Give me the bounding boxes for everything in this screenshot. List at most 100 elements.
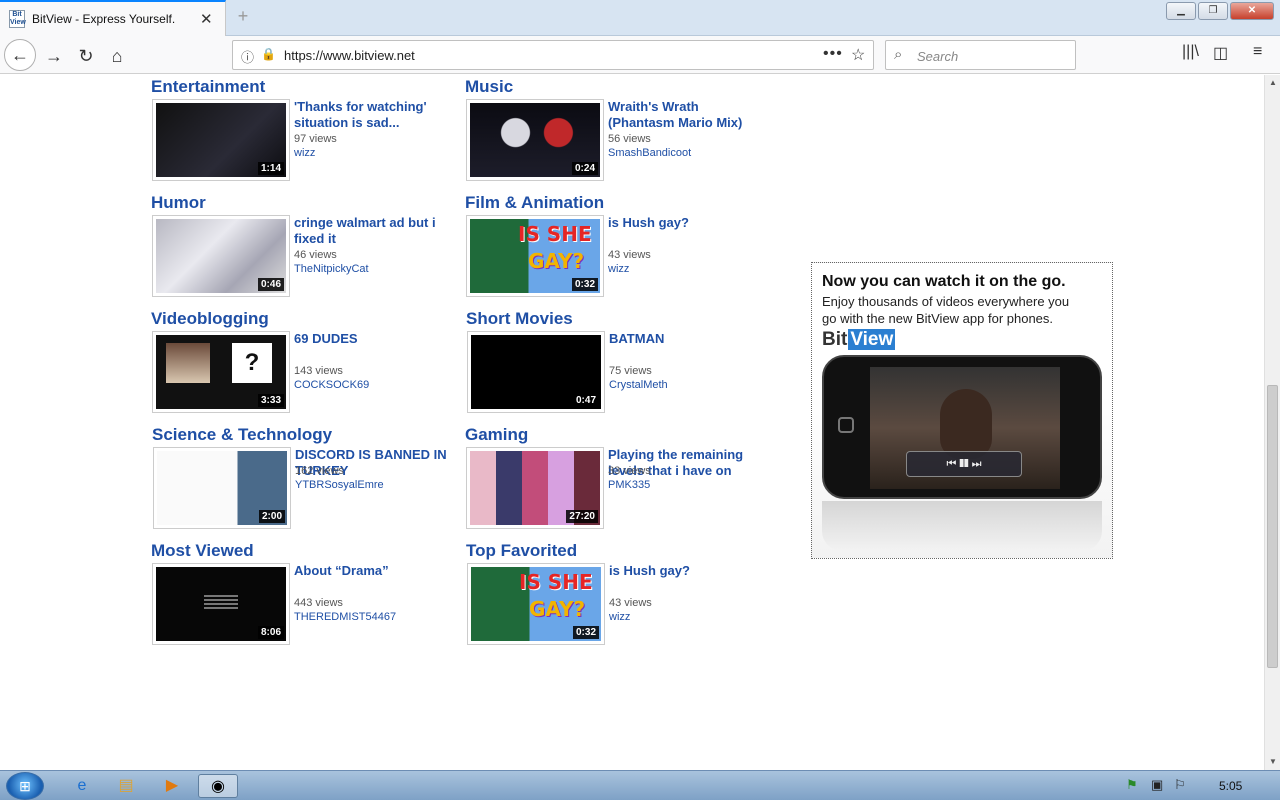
video-thumbnail[interactable]: IS SHE GAY? 0:32: [466, 215, 604, 297]
video-thumbnail[interactable]: 8:06: [152, 563, 290, 645]
video-title[interactable]: About “Drama”: [294, 563, 454, 579]
reload-button[interactable]: ↻: [72, 42, 100, 70]
phone-home-button: [838, 417, 854, 433]
video-thumbnail[interactable]: IS SHE GAY? 0:32: [467, 563, 605, 645]
video-author[interactable]: wizz: [608, 263, 629, 275]
url-text[interactable]: https://www.bitview.net: [284, 48, 415, 63]
network-icon[interactable]: ▣: [1151, 777, 1163, 793]
lock-warning-icon[interactable]: 🔒: [261, 47, 276, 61]
video-thumbnail[interactable]: 27:20: [466, 447, 604, 529]
window-controls: ▁ ❐ ✕: [1166, 2, 1274, 20]
start-button[interactable]: ⊞: [6, 772, 44, 800]
bookmark-star-icon[interactable]: ☆: [851, 45, 865, 65]
taskbar: ⊞ e ▤ ▶ ◉ ⚑ ▣ ⚐ 5:05: [0, 770, 1280, 800]
category-science-technology: Science & Technology 2:00 DISCORD IS BAN…: [152, 425, 452, 541]
new-tab-button[interactable]: +: [232, 6, 254, 28]
category-videoblogging: Videoblogging ? 3:33 69 DUDES 143 views …: [151, 309, 451, 425]
home-button[interactable]: ⌂: [103, 42, 131, 70]
video-duration: 2:00: [258, 510, 285, 523]
section-title[interactable]: Videoblogging: [151, 309, 269, 329]
video-author[interactable]: COCKSOCK69: [294, 379, 369, 391]
category-entertainment: Entertainment 1:14 'Thanks for watching'…: [151, 77, 451, 193]
category-music: Music 0:24 Wraith's Wrath (Phantasm Mari…: [465, 77, 765, 193]
video-title[interactable]: 'Thanks for watching' situation is sad..…: [294, 99, 454, 131]
video-duration: 0:32: [571, 278, 598, 291]
section-title[interactable]: Gaming: [465, 425, 528, 445]
video-author[interactable]: wizz: [609, 611, 630, 623]
section-title[interactable]: Short Movies: [466, 309, 573, 329]
video-author[interactable]: wizz: [294, 147, 315, 159]
bitview-favicon-icon: Bit View: [9, 10, 26, 28]
scroll-thumb[interactable]: [1267, 385, 1278, 668]
video-still: [940, 389, 992, 459]
category-top-favorited: Top Favorited IS SHE GAY? 0:32 is Hush g…: [466, 541, 766, 657]
video-title[interactable]: BATMAN: [609, 331, 769, 347]
site-info-icon[interactable]: ⓘ: [241, 47, 254, 66]
video-views: 143 views: [294, 365, 343, 377]
video-thumbnail[interactable]: ? 3:33: [152, 331, 290, 413]
page-actions-icon[interactable]: •••: [823, 45, 843, 63]
section-title[interactable]: Most Viewed: [151, 541, 254, 561]
video-thumbnail[interactable]: 0:24: [466, 99, 604, 181]
thumb-text: GAY?: [528, 249, 585, 273]
firefox-taskbar-icon[interactable]: ◉: [198, 774, 238, 798]
video-views: 46 views: [294, 249, 337, 261]
thumb-text: ?: [232, 343, 272, 383]
video-author[interactable]: SmashBandicoot: [608, 147, 691, 159]
video-duration: 0:24: [571, 162, 598, 175]
section-title[interactable]: Science & Technology: [152, 425, 332, 445]
section-title[interactable]: Entertainment: [151, 77, 265, 97]
close-tab-icon[interactable]: ✕: [200, 10, 213, 28]
mobile-app-ad[interactable]: Now you can watch it on the go. Enjoy th…: [811, 262, 1113, 559]
tab-bitview[interactable]: Bit View BitView - Express Yourself. ✕: [0, 0, 226, 36]
search-icon: ⌕: [894, 46, 903, 63]
internet-explorer-icon[interactable]: e: [62, 774, 102, 798]
ad-body: Enjoy thousands of videos everywhere you…: [822, 294, 1070, 326]
video-author[interactable]: YTBRSosyalEmre: [295, 479, 384, 491]
clock[interactable]: 5:05: [1219, 779, 1242, 793]
video-duration: 8:06: [257, 626, 284, 639]
action-center-icon[interactable]: ⚑: [1126, 777, 1138, 793]
video-title[interactable]: is Hush gay?: [609, 563, 769, 579]
scroll-up-arrow-icon[interactable]: ▲: [1265, 75, 1280, 91]
close-window-button[interactable]: ✕: [1230, 2, 1274, 20]
thumb-image: [166, 343, 210, 383]
video-views: 43 views: [609, 597, 652, 609]
flag-icon[interactable]: ⚐: [1174, 777, 1186, 793]
section-title[interactable]: Music: [465, 77, 513, 97]
section-title[interactable]: Top Favorited: [466, 541, 577, 561]
address-bar[interactable]: ⓘ 🔒 https://www.bitview.net ••• ☆: [232, 40, 874, 70]
phone-reflection: [822, 501, 1102, 551]
video-thumbnail[interactable]: 0:46: [152, 215, 290, 297]
page-scrollbar[interactable]: ▲ ▼: [1264, 75, 1280, 770]
video-views: 43 views: [608, 249, 651, 261]
video-title[interactable]: is Hush gay?: [608, 215, 768, 231]
maximize-button[interactable]: ❐: [1198, 2, 1228, 20]
sidebar-icon[interactable]: ◫: [1213, 43, 1228, 63]
library-icon[interactable]: |||\: [1182, 43, 1199, 61]
video-thumbnail[interactable]: 0:47: [467, 331, 605, 413]
video-title[interactable]: 69 DUDES: [294, 331, 454, 347]
navigation-toolbar: ← → ↻ ⌂ ⓘ 🔒 https://www.bitview.net ••• …: [0, 36, 1280, 74]
scroll-down-arrow-icon[interactable]: ▼: [1265, 754, 1280, 770]
video-duration: 0:47: [572, 394, 599, 407]
video-title[interactable]: Wraith's Wrath (Phantasm Mario Mix): [608, 99, 768, 131]
forward-button[interactable]: →: [40, 42, 68, 70]
logo-bit: Bit: [822, 329, 848, 350]
video-title[interactable]: cringe walmart ad but i fixed it: [294, 215, 454, 247]
minimize-button[interactable]: ▁: [1166, 2, 1196, 20]
file-explorer-icon[interactable]: ▤: [106, 774, 146, 798]
video-thumbnail[interactable]: 2:00: [153, 447, 291, 529]
video-author[interactable]: THEREDMIST54467: [294, 611, 396, 623]
video-author[interactable]: CrystalMeth: [609, 379, 668, 391]
video-author[interactable]: TheNitpickyCat: [294, 263, 369, 275]
menu-icon[interactable]: ≡: [1253, 43, 1262, 61]
category-short-movies: Short Movies 0:47 BATMAN 75 views Crysta…: [466, 309, 766, 425]
video-author[interactable]: PMK335: [608, 479, 650, 491]
back-button[interactable]: ←: [4, 39, 36, 71]
section-title[interactable]: Film & Animation: [465, 193, 604, 213]
search-input[interactable]: ⌕ Search: [885, 40, 1076, 70]
media-player-icon[interactable]: ▶: [152, 774, 192, 798]
section-title[interactable]: Humor: [151, 193, 206, 213]
video-thumbnail[interactable]: 1:14: [152, 99, 290, 181]
